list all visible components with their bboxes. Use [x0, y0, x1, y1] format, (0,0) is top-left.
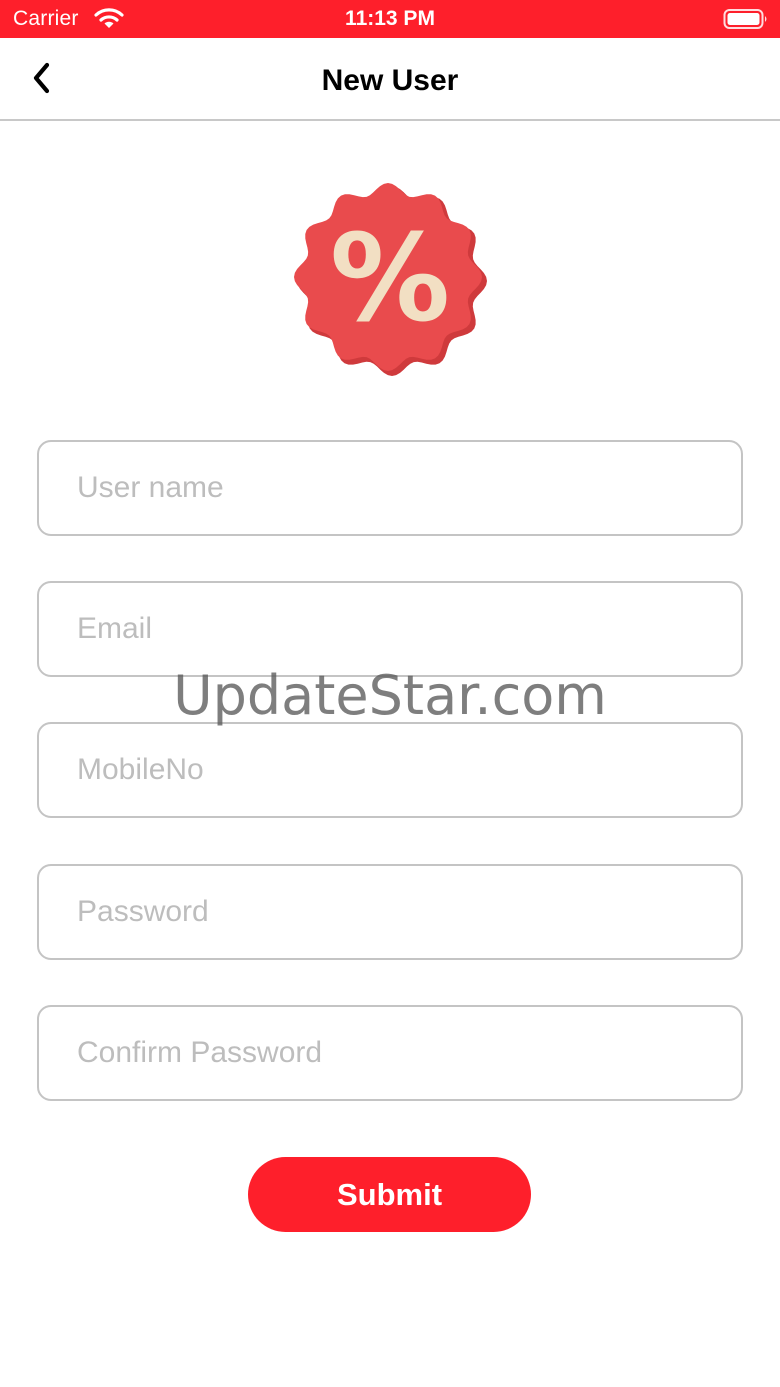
battery-icon: [723, 9, 767, 29]
percent-badge-icon: %: [294, 183, 487, 376]
nav-bar: New User: [0, 38, 780, 121]
submit-button[interactable]: Submit: [248, 1157, 531, 1232]
percent-symbol: %: [330, 210, 450, 349]
mobile-field[interactable]: [37, 722, 743, 818]
email-field[interactable]: [37, 581, 743, 677]
status-bar: Carrier 11:13 PM: [0, 0, 780, 38]
status-time: 11:13 PM: [345, 7, 435, 30]
page-title: New User: [321, 64, 459, 97]
confirm-password-field[interactable]: [37, 1005, 743, 1101]
username-field[interactable]: [37, 440, 743, 536]
password-field[interactable]: [37, 864, 743, 960]
